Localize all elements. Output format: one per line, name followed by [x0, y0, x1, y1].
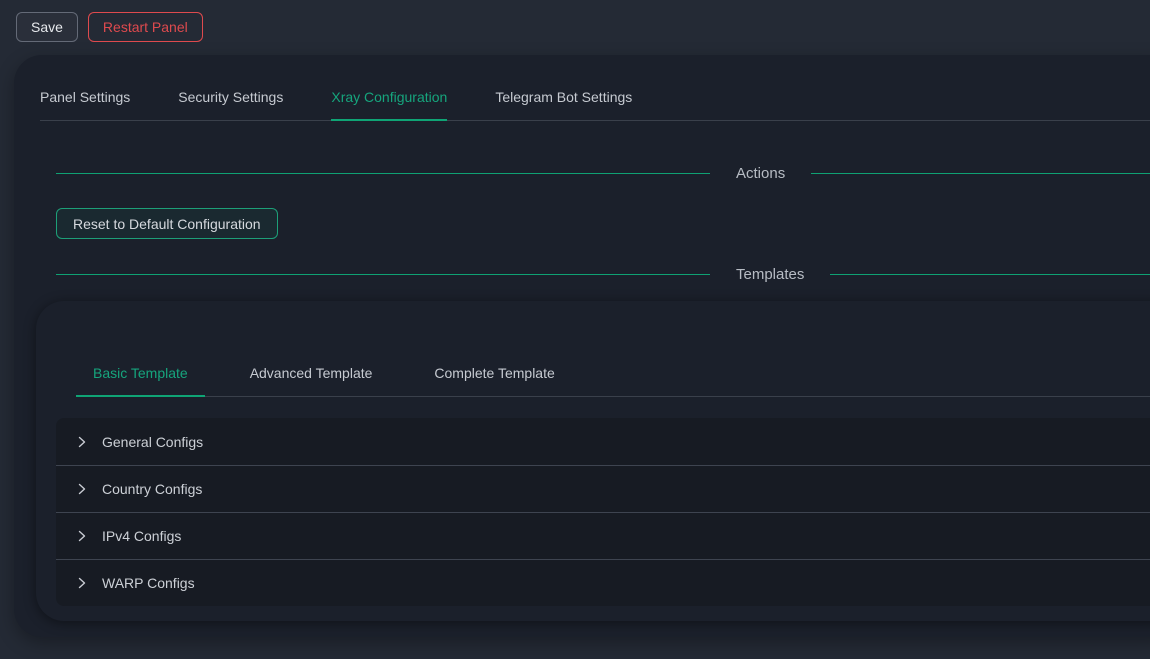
actions-divider: Actions [56, 162, 1150, 184]
collapse-item-label: General Configs [102, 434, 203, 450]
tab-panel-settings[interactable]: Panel Settings [40, 79, 130, 120]
templates-card: Basic Template Advanced Template Complet… [36, 301, 1150, 621]
tab-xray-configuration[interactable]: Xray Configuration [331, 79, 447, 120]
chevron-right-icon [76, 530, 88, 542]
templates-divider-label: Templates [710, 266, 830, 283]
collapse-item-label: WARP Configs [102, 575, 195, 591]
divider-line [56, 173, 710, 174]
chevron-right-icon [76, 436, 88, 448]
tab-advanced-template[interactable]: Advanced Template [233, 353, 390, 396]
settings-card: Panel Settings Security Settings Xray Co… [14, 55, 1150, 637]
collapse-warp-configs[interactable]: WARP Configs [56, 559, 1150, 606]
save-button[interactable]: Save [16, 12, 78, 42]
divider-line [56, 274, 710, 275]
settings-tabbar: Panel Settings Security Settings Xray Co… [40, 55, 1150, 121]
collapse-country-configs[interactable]: Country Configs [56, 465, 1150, 512]
templates-tabbar: Basic Template Advanced Template Complet… [76, 353, 1150, 397]
collapse-ipv4-configs[interactable]: IPv4 Configs [56, 512, 1150, 559]
collapse-general-configs[interactable]: General Configs [56, 418, 1150, 465]
collapse-item-label: IPv4 Configs [102, 528, 181, 544]
reset-default-config-button[interactable]: Reset to Default Configuration [56, 208, 278, 239]
actions-divider-label: Actions [710, 165, 811, 182]
tab-telegram-bot-settings[interactable]: Telegram Bot Settings [495, 79, 632, 120]
topbar: Save Restart Panel [0, 0, 1150, 43]
chevron-right-icon [76, 483, 88, 495]
templates-divider: Templates [56, 263, 1150, 285]
collapse-item-label: Country Configs [102, 481, 202, 497]
tab-complete-template[interactable]: Complete Template [417, 353, 571, 396]
restart-panel-button[interactable]: Restart Panel [88, 12, 203, 42]
divider-line [830, 274, 1150, 275]
tab-security-settings[interactable]: Security Settings [178, 79, 283, 120]
tab-basic-template[interactable]: Basic Template [76, 353, 205, 396]
divider-line [811, 173, 1150, 174]
chevron-right-icon [76, 577, 88, 589]
config-collapse-list: General Configs Country Configs IPv4 Con… [56, 418, 1150, 606]
